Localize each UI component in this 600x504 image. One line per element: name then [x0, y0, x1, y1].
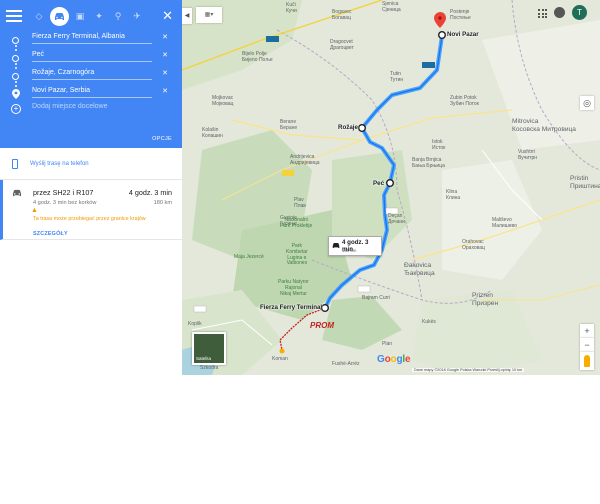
remove-waypoint-icon[interactable]: ✕ — [162, 87, 168, 95]
waypoint-label-novi-pazar: Novi Pazar — [447, 31, 479, 38]
best-route-icon[interactable]: ◇ — [31, 8, 47, 24]
car-icon — [13, 189, 21, 197]
map-label: Vushtrri Вучитрн — [518, 149, 538, 161]
route-distance: 180 km — [153, 200, 172, 206]
map-label: Orahovac Ораховац — [462, 239, 485, 251]
stop-dot-icon — [12, 73, 19, 80]
car-icon — [332, 242, 340, 249]
waypoint-input-2[interactable]: Peć — [32, 51, 152, 62]
add-destination-row[interactable]: + Dodaj miejsce docelowe — [0, 101, 182, 121]
bike-icon[interactable]: ⚲ — [110, 8, 126, 24]
google-logo: Google — [377, 354, 411, 365]
waypoint-row-2: Peć ✕ — [0, 49, 182, 69]
map-label: Szkodra — [200, 365, 219, 371]
route-option[interactable]: przez SH22 i R107 4 godz. 3 min 4 godz. … — [0, 180, 182, 240]
stop-dot-icon — [12, 55, 19, 62]
waypoint-input-4[interactable]: Novi Pazar, Serbia — [32, 87, 152, 98]
satellite-label: Satelita — [196, 356, 212, 361]
menu-icon[interactable] — [6, 10, 22, 22]
apps-grid-icon[interactable] — [538, 9, 547, 18]
walk-icon[interactable]: ✦ — [91, 8, 107, 24]
options-button[interactable]: OPCJE — [152, 136, 172, 142]
travel-mode-bar: ◇ ▣ ✦ ⚲ ✈ — [0, 0, 182, 32]
waypoint-label-rozaje: Rožaje — [338, 124, 358, 131]
flight-icon[interactable]: ✈ — [129, 8, 145, 24]
map-label: Plav Плав — [294, 197, 306, 209]
map-label: Zubin Potok Зубин Поток — [450, 95, 479, 107]
map-label: Kuči Кучи — [286, 2, 297, 14]
blank-area — [182, 375, 600, 504]
phone-icon — [12, 158, 18, 169]
border-warning: Ta trasa może przebiegać przez granice k… — [33, 216, 146, 222]
warning-icon: ▲ — [31, 207, 38, 214]
satellite-toggle[interactable]: Satelita — [192, 332, 226, 365]
directions-header: ◇ ▣ ✦ ⚲ ✈ ✕ Fierza Ferry Terminal, Alban… — [0, 0, 182, 148]
remove-waypoint-icon[interactable]: ✕ — [162, 51, 168, 59]
map-attribution[interactable]: Dane mapy ©2018 Google Polska Warunki Pr… — [412, 368, 525, 372]
transit-icon[interactable]: ▣ — [72, 8, 88, 24]
waypoint-input-3[interactable]: Rožaje, Czarnogóra — [32, 69, 152, 80]
waypoint-row-1: Fierza Ferry Terminal, Albania ✕ — [0, 31, 182, 51]
map-label: Bajram Curri — [362, 295, 391, 301]
park-label: Maja Jezercë — [234, 254, 264, 260]
map-label: Postenje Постење — [450, 9, 471, 21]
waypoint-label-pec: Peć — [373, 180, 385, 187]
collapse-panel-button[interactable]: ◀ — [182, 8, 192, 24]
map-label: Berane Беране — [280, 119, 298, 131]
send-to-phone-link[interactable]: Wyślij trasę na telefon — [30, 161, 89, 167]
add-destination-icon: + — [11, 104, 21, 114]
map-label: Sjenica Сјеница — [382, 1, 401, 13]
map-label: Mališevo Малишево — [492, 217, 517, 229]
origin-dot-icon — [12, 37, 19, 44]
layers-button[interactable]: ▦▾ — [196, 7, 222, 23]
remove-waypoint-icon[interactable]: ✕ — [162, 33, 168, 41]
pegman-icon[interactable] — [580, 352, 594, 370]
map-canvas[interactable]: ◀ ▦▾ T Kuči Кучи Bogavec Богавац Sjenica Сј… — [182, 0, 600, 375]
map-label: Banja Brnjica Бања Брњица — [412, 157, 445, 169]
car-icon[interactable] — [50, 6, 69, 26]
map-label: Koplik — [188, 321, 202, 327]
map-label: Deçan Дечани — [388, 213, 405, 225]
park-label: Nacionalni Park Prokletije — [280, 217, 313, 229]
map-label: Đakovica Ђаковица — [404, 262, 435, 277]
map-label: Plan — [382, 341, 393, 347]
avatar[interactable]: T — [572, 5, 587, 20]
park-label: Park Kombetar Lugina e Valbones — [286, 243, 308, 267]
waypoint-input-1[interactable]: Fierza Ferry Terminal, Albania — [32, 33, 152, 44]
zoom-out-button[interactable]: − — [580, 338, 594, 352]
map-label: Koman — [272, 356, 288, 362]
map-label: Bijelo Polje Бијело Поље — [242, 51, 273, 63]
route-duration: 4 godz. 3 min — [128, 188, 172, 197]
map-label: Andrijevica Андријевица — [290, 154, 320, 166]
send-to-phone-row[interactable]: Wyślij trasę na telefon — [0, 148, 182, 180]
close-directions-icon[interactable]: ✕ — [162, 9, 173, 22]
map-label: Mojkovac Мојковац — [212, 95, 234, 107]
maps-app: ◇ ▣ ✦ ⚲ ✈ ✕ Fierza Ferry Terminal, Alban… — [0, 0, 600, 504]
map-label: Kolašin Колашин — [202, 127, 223, 139]
map-label: Tutin Тутин — [390, 71, 404, 83]
location-icon[interactable]: ◎ — [580, 96, 594, 110]
directions-panel: ◇ ▣ ✦ ⚲ ✈ ✕ Fierza Ferry Terminal, Alban… — [0, 0, 182, 504]
route-via: przez SH22 i R107 — [33, 188, 94, 197]
map-label: Dragocvet Драгоцвет — [330, 39, 354, 51]
notifications-icon[interactable] — [554, 7, 565, 18]
details-button[interactable]: SZCZEGÓŁY — [33, 231, 68, 237]
ferry-label: PROM — [310, 321, 334, 330]
remove-waypoint-icon[interactable]: ✕ — [162, 69, 168, 77]
park-label: Parku Natyror Rajonal Nikaj Mertur — [278, 279, 309, 297]
map-label: Fushë-Arrëz — [332, 361, 360, 367]
route-info-bubble[interactable]: 4 godz. 3 min 180 km — [328, 236, 382, 256]
waypoint-row-3: Rožaje, Czarnogóra ✕ — [0, 67, 182, 87]
route-bubble-distance: 180 km — [342, 248, 357, 253]
destination-pin-icon — [12, 89, 20, 99]
add-destination-input[interactable]: Dodaj miejsce docelowe — [32, 103, 152, 113]
zoom-in-button[interactable]: + — [580, 324, 594, 338]
map-label: Bogavec Богавац — [332, 9, 352, 21]
route-traffic-note: 4 godz. 3 min bez korków — [33, 200, 97, 206]
